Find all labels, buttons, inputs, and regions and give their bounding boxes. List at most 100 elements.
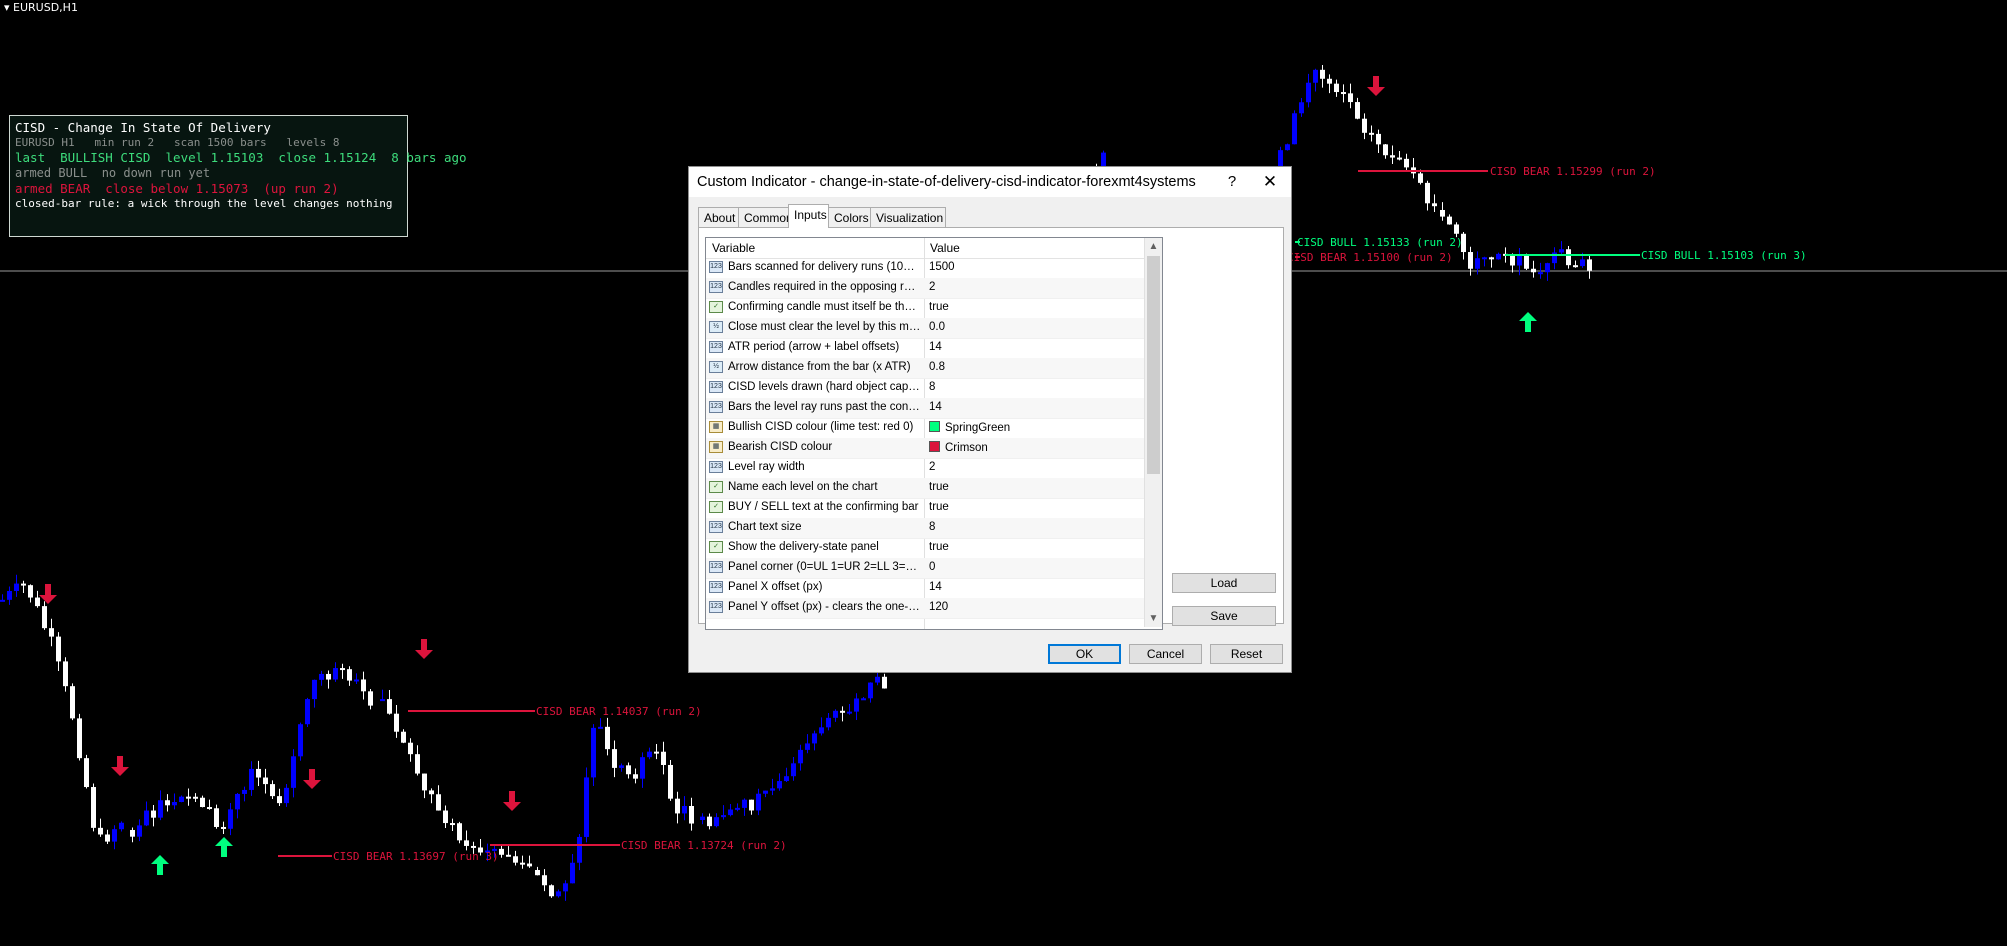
- candle-body: [144, 810, 149, 826]
- input-value[interactable]: 14: [929, 341, 942, 353]
- candle-body: [14, 583, 19, 591]
- input-row[interactable]: ▦ Bullish CISD colour (lime test: red 0) S…: [706, 418, 1144, 439]
- input-row[interactable]: 123 ATR period (arrow + label offsets) 14: [706, 338, 1144, 359]
- candle-body: [812, 733, 817, 744]
- candle-body: [119, 822, 124, 830]
- input-value[interactable]: true: [929, 481, 949, 493]
- candle-body: [333, 668, 338, 680]
- tab-colors[interactable]: Colors: [828, 207, 871, 227]
- tab-about[interactable]: About: [698, 207, 739, 227]
- input-row-partial[interactable]: [706, 618, 1144, 629]
- load-button[interactable]: Load: [1172, 573, 1276, 593]
- input-value[interactable]: 2: [929, 461, 935, 473]
- candle-body: [137, 825, 142, 837]
- input-value[interactable]: 0: [929, 561, 935, 573]
- cisd-level-label: CISD BEAR 1.13697 (run 3): [333, 850, 499, 863]
- candle-body: [598, 726, 603, 729]
- input-row[interactable]: 123 Candles required in the opposing run …: [706, 278, 1144, 299]
- scroll-up-icon[interactable]: ▲: [1145, 238, 1162, 255]
- input-value[interactable]: 1500: [929, 261, 955, 273]
- input-row[interactable]: 123 CISD levels drawn (hard object cap, 1…: [706, 378, 1144, 399]
- candle-body: [668, 764, 673, 799]
- input-row[interactable]: ✓ Confirming candle must itself be the op…: [706, 298, 1144, 319]
- candle-body: [1454, 224, 1459, 234]
- column-value[interactable]: Value: [930, 241, 960, 255]
- input-value[interactable]: 14: [929, 581, 942, 593]
- grid-scrollbar[interactable]: ▲ ▼: [1144, 238, 1162, 627]
- save-button[interactable]: Save: [1172, 606, 1276, 626]
- candle-body: [1418, 173, 1423, 183]
- input-value[interactable]: true: [929, 301, 949, 313]
- candle-body: [214, 808, 219, 827]
- input-value[interactable]: 120: [929, 601, 948, 613]
- input-row[interactable]: ▦ Bearish CISD colour Crimson: [706, 438, 1144, 459]
- candle-body: [354, 679, 359, 682]
- input-value[interactable]: true: [929, 501, 949, 513]
- candle-body: [305, 699, 310, 725]
- tab-visualization[interactable]: Visualization: [870, 207, 946, 227]
- input-row[interactable]: 123 Chart text size 8: [706, 518, 1144, 539]
- input-row[interactable]: 123 Panel X offset (px) 14: [706, 578, 1144, 599]
- candle-body: [1580, 259, 1585, 267]
- bearish-arrow-icon: [503, 791, 521, 811]
- input-row[interactable]: 123 Panel corner (0=UL 1=UR 2=LL 3=LR) 0: [706, 558, 1144, 579]
- candle-body: [450, 823, 455, 826]
- input-value[interactable]: SpringGreen: [929, 421, 1010, 434]
- input-variable: BUY / SELL text at the confirming bar: [728, 501, 919, 513]
- candle-body: [221, 826, 226, 829]
- input-value[interactable]: 0.8: [929, 361, 945, 373]
- input-row[interactable]: 123 Bars the level ray runs past the conf…: [706, 398, 1144, 419]
- tab-inputs[interactable]: Inputs: [788, 204, 829, 228]
- column-variable[interactable]: Variable: [712, 241, 755, 255]
- candle-body: [714, 817, 719, 827]
- input-row[interactable]: 123 Panel Y offset (px) - clears the one-…: [706, 598, 1144, 619]
- dialog-titlebar[interactable]: Custom Indicator - change-in-state-of-de…: [689, 167, 1291, 197]
- input-value[interactable]: 0.0: [929, 321, 945, 333]
- candle-body: [263, 777, 268, 785]
- input-value[interactable]: true: [929, 541, 949, 553]
- candle-body: [42, 606, 47, 629]
- input-value[interactable]: Crimson: [929, 441, 988, 454]
- cancel-button[interactable]: Cancel: [1129, 644, 1202, 664]
- candle-body: [319, 673, 324, 680]
- input-value[interactable]: 8: [929, 521, 935, 533]
- reset-button[interactable]: Reset: [1210, 644, 1283, 664]
- candle-body: [542, 875, 547, 886]
- inputs-grid[interactable]: Variable Value 123 Bars scanned for deliv…: [705, 237, 1163, 630]
- input-row[interactable]: 123 Bars scanned for delivery runs (100..…: [706, 258, 1144, 279]
- input-value[interactable]: 2: [929, 281, 935, 293]
- int-type-icon: 123: [709, 581, 723, 593]
- input-row[interactable]: ½ Close must clear the level by this many…: [706, 318, 1144, 339]
- candle-body: [777, 781, 782, 789]
- input-row[interactable]: ✓ Show the delivery-state panel true: [706, 538, 1144, 559]
- candle-body: [1573, 265, 1578, 268]
- chart-symbol-label[interactable]: ▾ EURUSD,H1: [4, 1, 78, 14]
- candle-body: [707, 816, 712, 827]
- candle-body: [549, 885, 554, 897]
- scroll-thumb[interactable]: [1147, 256, 1160, 474]
- tab-common[interactable]: Common: [738, 207, 793, 227]
- candle-body: [499, 848, 504, 855]
- input-row[interactable]: ½ Arrow distance from the bar (x ATR) 0.8: [706, 358, 1144, 379]
- input-row[interactable]: ✓ BUY / SELL text at the confirming bar tr…: [706, 498, 1144, 519]
- input-variable: Panel corner (0=UL 1=UR 2=LL 3=LR): [728, 561, 921, 573]
- input-row[interactable]: ✓ Name each level on the chart true: [706, 478, 1144, 499]
- bearish-arrow-icon: [303, 769, 321, 789]
- input-value[interactable]: 8: [929, 381, 935, 393]
- candle-body: [1362, 118, 1367, 133]
- candle-body: [158, 800, 163, 818]
- candle-body: [1369, 132, 1374, 135]
- candle-body: [0, 599, 5, 602]
- input-variable: Chart text size: [728, 521, 802, 533]
- close-button[interactable]: ✕: [1251, 171, 1289, 193]
- candle-body: [619, 765, 624, 768]
- input-value[interactable]: 14: [929, 401, 942, 413]
- ok-button[interactable]: OK: [1048, 644, 1121, 664]
- candle-body: [436, 794, 441, 811]
- candle-body: [112, 829, 117, 842]
- input-row[interactable]: 123 Level ray width 2: [706, 458, 1144, 479]
- int-type-icon: 123: [709, 341, 723, 353]
- scroll-down-icon[interactable]: ▼: [1145, 610, 1162, 627]
- grid-header: Variable Value: [706, 238, 1144, 259]
- help-button[interactable]: ?: [1218, 171, 1246, 193]
